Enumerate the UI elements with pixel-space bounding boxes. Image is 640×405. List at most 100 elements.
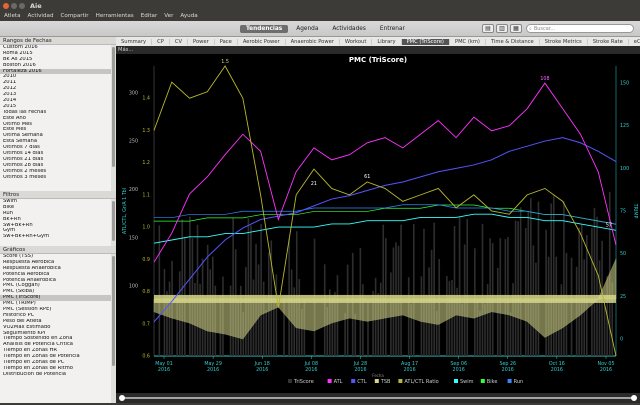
triscore-bar (598, 260, 601, 356)
annotation-ctl2: 61 (364, 174, 370, 180)
x-tick-label: Jul 28 (353, 361, 367, 367)
menu-compartir[interactable]: Compartir (61, 13, 89, 19)
y-left-tick: 0.9 (142, 257, 150, 263)
more-menu[interactable]: Más... (116, 46, 640, 54)
triscore-bar (433, 222, 435, 356)
triscore-bar (458, 216, 461, 356)
minimize-window-icon[interactable] (11, 2, 17, 9)
legend-swatch (507, 379, 512, 383)
tab-tendencias[interactable]: Tendencias (240, 25, 289, 33)
menu-herramientas[interactable]: Herramientas (96, 13, 134, 19)
triscore-bar (412, 224, 415, 356)
chart-svg: PMC (TriScore) 0.6 0.7 0.8 0.9 1.0 1.1 1.2 1.3 1.… (122, 56, 638, 385)
filter-item[interactable]: Sw+Bk+Rn+Gym (0, 234, 116, 240)
x-tick-year: 2016 (453, 367, 465, 373)
y-right-tick: 75 (620, 209, 626, 215)
subtab-item[interactable]: CP (152, 38, 170, 45)
date-range-item[interactable]: Últimos 3 meses (0, 175, 116, 181)
legend-swatch (374, 379, 379, 383)
subtab-item[interactable]: Stroke Rate (588, 38, 629, 45)
menu-ver[interactable]: Ver (164, 13, 173, 19)
x-tick-year: 2016 (502, 367, 514, 373)
chart-type-item[interactable]: Distribución de Potencia (0, 372, 116, 378)
subtab-item[interactable]: Pace (215, 38, 238, 45)
x-tick-year: 2016 (600, 367, 612, 373)
y-left-label: ATL/CTL, Gr/A 1 Tbl (122, 188, 128, 234)
subtab-item[interactable]: Aerobic Power (238, 38, 286, 45)
search-placeholder: Buscar... (533, 25, 556, 32)
subtab-item[interactable]: PMC (km) (450, 38, 486, 45)
slider-end-handle[interactable] (631, 395, 637, 401)
subtab-item[interactable]: Time & Distance (486, 38, 540, 45)
triscore-bar (578, 227, 580, 356)
y-left2-tick: 150 (129, 235, 138, 241)
triscore-bar (512, 283, 514, 356)
x-tick-label: Sep 26 (499, 361, 516, 367)
subtab-item[interactable]: Power (188, 38, 215, 45)
legend-label: ATL/CTL Ratio (404, 379, 438, 385)
triscore-bar (514, 220, 517, 356)
tab-entrenar[interactable]: Entrenar (374, 25, 411, 33)
menu-atleta[interactable]: Atleta (4, 13, 21, 19)
x-tick-year: 2016 (207, 367, 219, 373)
triscore-bar (250, 225, 252, 356)
slider-start-handle[interactable] (119, 395, 125, 401)
tab-agenda[interactable]: Agenda (290, 25, 324, 33)
subtab-item[interactable]: eCP (1.M) (629, 39, 640, 45)
window-titlebar: Aie (0, 0, 640, 11)
triscore-bar (530, 198, 532, 356)
y-left-tick: 1.1 (142, 192, 150, 198)
date-ranges-header: Rangos de Fechas (0, 37, 116, 45)
subtab-item[interactable]: Anaerobic Power (286, 38, 340, 45)
triscore-bar (603, 305, 606, 356)
y-right-label: TRIMP (632, 203, 638, 219)
x-tick-year: 2016 (158, 367, 170, 373)
subtab-item[interactable]: Stroke Metrics (540, 38, 588, 45)
triscore-bar (481, 223, 484, 356)
close-window-icon[interactable] (3, 2, 9, 9)
menu-editar[interactable]: Editar (141, 13, 158, 19)
x-tick-label: Sep 06 (450, 361, 467, 367)
y-right-tick: 0 (620, 336, 623, 342)
y-left-tick: 0.6 (142, 354, 150, 360)
triscore-bar (591, 228, 593, 356)
annotation-peak-atl: 108 (540, 76, 549, 82)
triscore-bar (273, 302, 275, 356)
time-slider-bar[interactable] (116, 393, 640, 403)
bottom-panel-icon[interactable]: ▥ (496, 24, 508, 33)
y-right-tick: 150 (620, 81, 629, 87)
y-left-tick: 1.2 (142, 160, 150, 166)
time-slider[interactable] (116, 393, 640, 403)
legend-label: TSB (380, 379, 391, 385)
triscore-bar (247, 218, 250, 356)
subtab-item[interactable]: Summary (116, 38, 153, 45)
triscore-bar (517, 221, 519, 356)
triscore-bar (354, 313, 357, 356)
subtab-item[interactable]: Library (372, 38, 402, 45)
maximize-window-icon[interactable] (19, 2, 25, 9)
triscore-bar (537, 201, 540, 356)
triscore-bar (563, 201, 565, 356)
triscore-bar (423, 228, 425, 356)
subtab-item[interactable]: CV (170, 38, 189, 45)
tab-actividades[interactable]: Actividades (326, 25, 371, 33)
legend-swatch (398, 379, 403, 383)
menubar: Atleta Actividad Compartir Herramientas … (0, 11, 640, 21)
triscore-bar (453, 226, 456, 356)
subtab-item[interactable]: PMC (TriScore) (401, 38, 450, 45)
menu-actividad[interactable]: Actividad (28, 13, 54, 19)
x-tick-year: 2016 (551, 367, 563, 373)
search-input[interactable]: ⌕ Buscar... (526, 24, 634, 33)
x-axis-label: Fecha (372, 373, 384, 378)
x-tick-label: Jul 08 (304, 361, 318, 367)
triscore-bar (295, 231, 298, 356)
sidebar-toggle-icon[interactable]: ▤ (482, 24, 494, 33)
main-toolbar: Tendencias Agenda Actividades Entrenar ▤… (0, 21, 640, 37)
split-view-icon[interactable]: ▦ (510, 24, 522, 33)
chart-title: PMC (TriScore) (349, 56, 407, 64)
x-tick-label: Jun 18 (254, 361, 270, 367)
y-right-tick: 125 (620, 123, 629, 129)
y-left-tick: 1.0 (142, 225, 150, 231)
menu-ayuda[interactable]: Ayuda (180, 13, 197, 19)
subtab-item[interactable]: Workout (340, 38, 373, 45)
